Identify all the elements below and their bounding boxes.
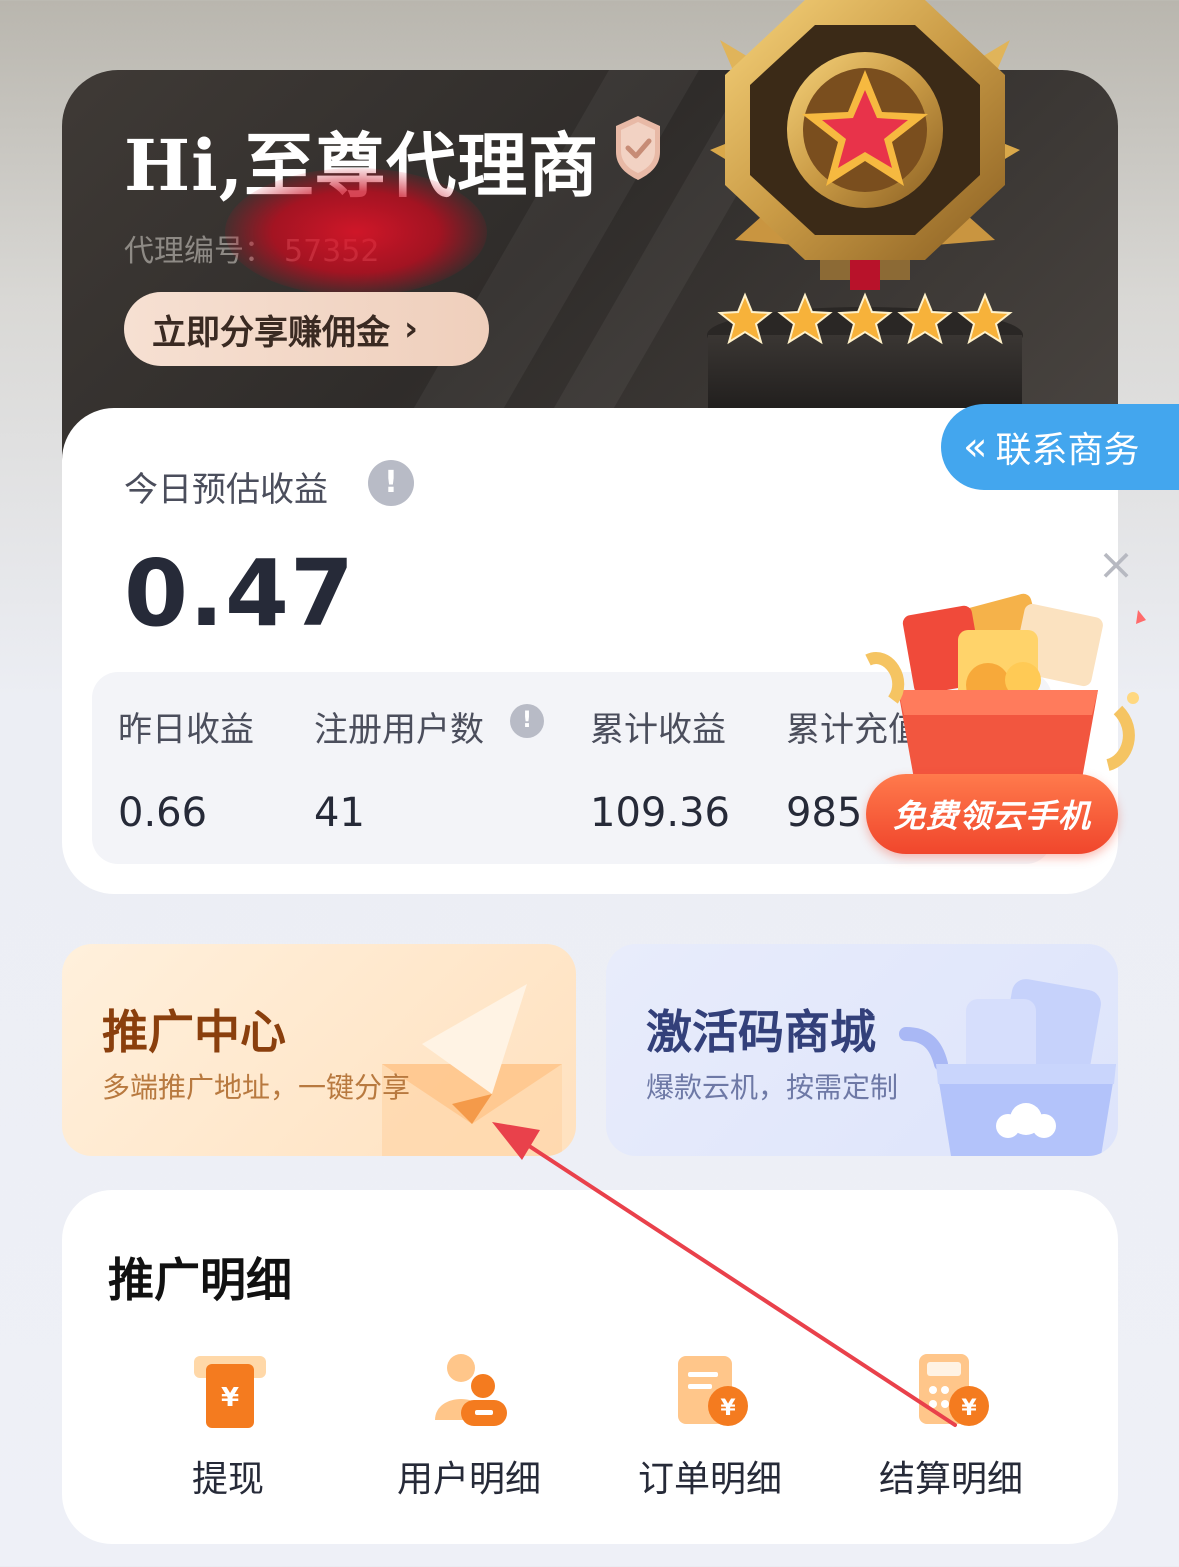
activation-code-shop-title: 激活码商城 bbox=[646, 1005, 876, 1059]
order-icon: ¥ bbox=[678, 1356, 748, 1426]
medal-trophy-icon bbox=[707, 0, 1023, 420]
redaction-scribble bbox=[225, 168, 487, 296]
share-earn-commission-button[interactable]: 立即分享赚佣金 › bbox=[124, 292, 489, 366]
svg-text:¥: ¥ bbox=[221, 1383, 239, 1413]
withdraw-button[interactable]: ¥ 提现 bbox=[128, 1350, 328, 1510]
promotion-details-title: 推广明细 bbox=[108, 1253, 292, 1307]
stat-value-yesterday: 0.66 bbox=[118, 790, 208, 836]
double-chevron-left-icon: « bbox=[963, 424, 988, 470]
svg-text:¥: ¥ bbox=[961, 1396, 977, 1421]
users-icon bbox=[435, 1354, 507, 1426]
verified-badge-icon bbox=[616, 116, 660, 180]
svg-text:¥: ¥ bbox=[720, 1396, 736, 1421]
stat-label-registered-users: 注册用户数 bbox=[314, 710, 484, 750]
settlement-details-button[interactable]: ¥ 结算明细 bbox=[851, 1350, 1051, 1510]
settlement-details-label: 结算明细 bbox=[878, 1459, 1023, 1500]
stat-label-yesterday: 昨日收益 bbox=[118, 710, 254, 750]
free-cloud-phone-banner[interactable]: 免费领云手机 bbox=[866, 774, 1118, 854]
shopping-cart-cloud-icon bbox=[899, 979, 1116, 1156]
contact-business-label: 联系商务 bbox=[995, 430, 1140, 471]
order-details-label: 订单明细 bbox=[637, 1459, 782, 1500]
user-details-button[interactable]: 用户明细 bbox=[369, 1350, 569, 1510]
activation-code-shop-subtitle: 爆款云机，按需定制 bbox=[646, 1071, 899, 1104]
stat-value-registered-users: 41 bbox=[314, 790, 365, 836]
today-estimated-earnings-label: 今日预估收益 bbox=[124, 470, 328, 510]
settlement-icon: ¥ bbox=[919, 1354, 989, 1426]
info-icon[interactable]: ! bbox=[510, 704, 544, 738]
stat-label-total-earnings: 累计收益 bbox=[590, 710, 726, 750]
paper-plane-envelope-icon bbox=[382, 984, 562, 1156]
stat-value-total-earnings: 109.36 bbox=[590, 790, 730, 836]
today-earnings-value: 0.47 bbox=[124, 540, 355, 647]
share-button-label: 立即分享赚佣金 bbox=[152, 312, 390, 353]
chevron-right-icon: › bbox=[404, 309, 419, 349]
info-icon[interactable]: ! bbox=[368, 460, 414, 506]
withdraw-icon: ¥ bbox=[194, 1356, 266, 1428]
withdraw-label: 提现 bbox=[191, 1459, 264, 1500]
order-details-button[interactable]: ¥ 订单明细 bbox=[610, 1350, 810, 1510]
promotion-center-title: 推广中心 bbox=[102, 1005, 286, 1059]
user-details-label: 用户明细 bbox=[396, 1459, 541, 1500]
close-icon[interactable]: × bbox=[1096, 543, 1136, 587]
promotion-center-subtitle: 多端推广地址，一键分享 bbox=[102, 1071, 411, 1104]
contact-business-button[interactable]: « 联系商务 bbox=[941, 404, 1179, 490]
